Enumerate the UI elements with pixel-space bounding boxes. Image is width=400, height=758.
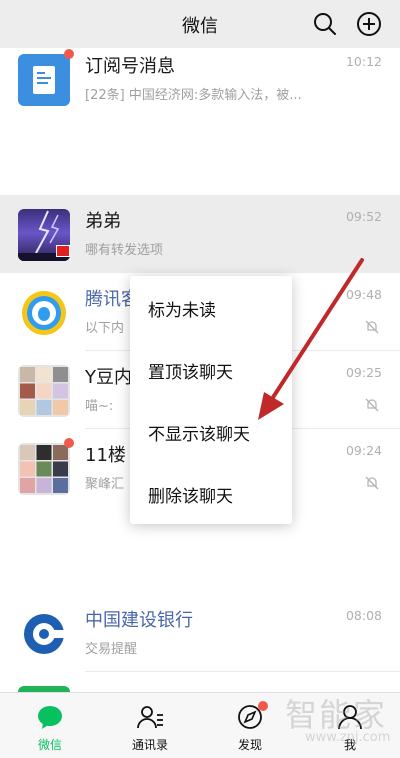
- annotation-arrow-icon: [258, 258, 364, 420]
